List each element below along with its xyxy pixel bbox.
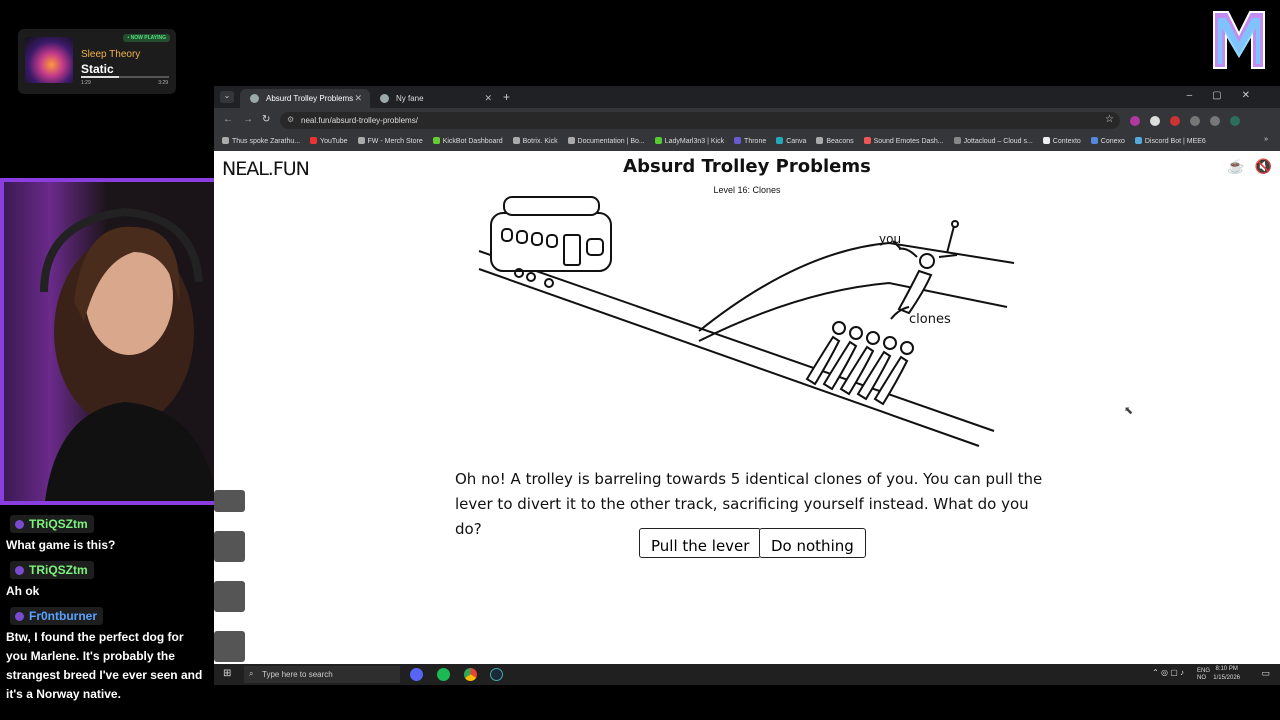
tab-bar: ⌄ Absurd Trolley Problems ✕ Ny fane ✕ + … (214, 86, 1280, 108)
extensions-puzzle-icon[interactable] (1190, 116, 1200, 126)
now-playing-artist: Sleep Theory (81, 49, 141, 60)
system-tray-icons[interactable]: ⌃ ◎ ▢ ♪ (1152, 668, 1184, 677)
tab-favicon-icon (380, 94, 389, 103)
extensions-area (1130, 113, 1250, 128)
chat-message: TRiQSZtm Ah ok (0, 561, 214, 607)
coffee-icon[interactable]: ☕ (1227, 158, 1244, 174)
now-playing-badge: • NOW PLAYING (123, 34, 170, 42)
chat-message: TRiQSZtm What game is this? (0, 515, 214, 561)
new-tab-button[interactable]: + (503, 90, 510, 104)
chat-username[interactable]: TRiQSZtm (10, 515, 94, 533)
bookmark-item[interactable]: Thus spoke Zarathu... (222, 137, 300, 145)
now-playing-progress (81, 76, 169, 78)
clones-label: clones (909, 312, 951, 327)
windows-taskbar: ⊞ ⌕ Type here to search ENG NO 8:10 PM 1/1… (214, 664, 1280, 685)
overlay-block (214, 531, 245, 562)
clock[interactable]: 8:10 PM 1/15/2026 (1213, 665, 1240, 683)
you-label: you (879, 232, 901, 246)
taskbar-search[interactable]: ⌕ Type here to search (244, 666, 400, 683)
bookmark-item[interactable]: Discord Bot | MEE6 (1134, 137, 1206, 145)
bookmark-star-icon[interactable]: ☆ (1105, 114, 1114, 125)
album-art (25, 37, 73, 83)
user-badge-icon (15, 520, 24, 529)
site-info-icon[interactable]: ⚙ (287, 115, 294, 124)
overlay-block (214, 581, 245, 612)
extension-icon[interactable] (1170, 116, 1180, 126)
search-icon: ⌕ (249, 669, 254, 678)
overlay-block (214, 490, 245, 512)
bookmark-item[interactable]: Conexo (1090, 137, 1125, 145)
browser-window: ⌄ Absurd Trolley Problems ✕ Ny fane ✕ + … (214, 86, 1280, 664)
back-icon[interactable]: ← (223, 114, 233, 125)
discord-icon[interactable] (410, 668, 423, 681)
close-tab-icon[interactable]: ✕ (354, 93, 362, 104)
reload-icon[interactable]: ↻ (262, 114, 270, 125)
chat-message: Fr0ntburner Btw, I found the perfect dog… (0, 607, 214, 710)
tab-favicon-icon (250, 94, 259, 103)
more-bookmarks-icon[interactable]: » (1264, 136, 1268, 143)
bookmark-item[interactable]: LadyMarl3n3 | Kick (654, 137, 724, 145)
close-tab-icon[interactable]: ✕ (484, 93, 492, 104)
bookmark-item[interactable]: YouTube (310, 137, 348, 145)
bookmark-item[interactable]: Throne (734, 137, 766, 145)
start-icon[interactable]: ⊞ (223, 668, 231, 679)
bookmark-item[interactable]: KickBot Dashboard (432, 137, 503, 145)
pull-lever-button[interactable]: Pull the lever (639, 528, 762, 558)
bookmark-item[interactable]: Documentation | Bo... (567, 137, 645, 145)
address-bar[interactable]: ⚙ neal.fun/absurd-trolley-problems/ ☆ (280, 112, 1120, 129)
extension-icon[interactable] (1130, 116, 1140, 126)
game-page: NEAL.FUN Absurd Trolley Problems Level 1… (214, 151, 1280, 664)
bookmark-item[interactable]: Canva (776, 137, 806, 145)
tab-absurd-trolley[interactable]: Absurd Trolley Problems ✕ (240, 89, 370, 108)
page-title: Absurd Trolley Problems (623, 156, 871, 177)
tab-ny-fane[interactable]: Ny fane ✕ (370, 89, 500, 108)
user-badge-icon (15, 612, 24, 621)
forward-icon[interactable]: → (243, 114, 253, 125)
chrome-icon[interactable] (464, 668, 477, 681)
chat-text: What game is this? (6, 538, 116, 552)
language-indicator[interactable]: ENG NO (1197, 668, 1210, 682)
profile-avatar[interactable] (1230, 116, 1240, 126)
user-badge-icon (15, 566, 24, 575)
overlay-block (214, 631, 245, 662)
tab-search-button[interactable]: ⌄ (220, 91, 234, 103)
trolley-scene: you clones (478, 196, 1015, 447)
window-controls[interactable]: –▢✕ (1187, 90, 1270, 101)
page-top-icons: ☕ 🔇 (1227, 158, 1272, 175)
chat-username[interactable]: TRiQSZtm (10, 561, 94, 579)
now-playing-widget: • NOW PLAYING Sleep Theory Static 1:29 3… (18, 29, 176, 94)
url-text: neal.fun/absurd-trolley-problems/ (301, 116, 418, 125)
bookmark-item[interactable]: Sound Emotes Dash... (863, 137, 944, 145)
bookmark-item[interactable]: Jottacloud – Cloud s... (953, 137, 1033, 145)
now-playing-title: Static (81, 62, 114, 76)
browser-toolbar: ← → ↻ ⚙ neal.fun/absurd-trolley-problems… (214, 108, 1280, 133)
bookmarks-bar: Thus spoke Zarathu... YouTube FW - Merch… (214, 133, 1280, 151)
chat-text: Ah ok (6, 584, 40, 598)
bookmark-item[interactable]: Contexto (1042, 137, 1081, 145)
steam-icon[interactable] (490, 668, 503, 681)
spotify-icon[interactable] (437, 668, 450, 681)
chat-panel: TRiQSZtm What game is this? TRiQSZtm Ah … (0, 515, 214, 710)
menu-icon[interactable] (1210, 116, 1220, 126)
chat-username[interactable]: Fr0ntburner (10, 607, 104, 625)
chat-text: Btw, I found the perfect dog for you Mar… (6, 630, 203, 701)
bookmark-item[interactable]: FW - Merch Store (357, 137, 423, 145)
notifications-icon[interactable]: ▭ (1261, 668, 1270, 679)
channel-logo-icon (1213, 11, 1265, 69)
do-nothing-button[interactable]: Do nothing (759, 528, 866, 558)
duration-time: 3:29 (158, 80, 168, 86)
extension-icon[interactable] (1150, 116, 1160, 126)
bookmark-item[interactable]: Botrix. Kick (512, 137, 558, 145)
elapsed-time: 1:29 (81, 80, 91, 86)
bookmark-item[interactable]: Beacons (816, 137, 854, 145)
mouse-cursor-icon: ⬉ (1124, 405, 1134, 417)
mute-icon[interactable]: 🔇 (1255, 158, 1272, 174)
